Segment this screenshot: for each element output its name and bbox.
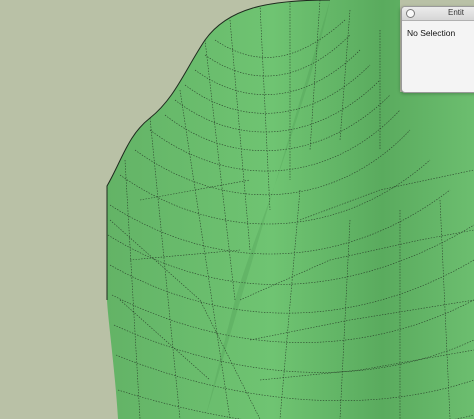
entity-info-panel: Entit No Selection — [401, 6, 474, 93]
close-icon[interactable] — [406, 9, 415, 18]
panel-title: Entit — [448, 8, 465, 17]
panel-body: No Selection — [402, 21, 474, 38]
panel-titlebar[interactable]: Entit — [402, 7, 474, 21]
selection-status: No Selection — [407, 28, 456, 38]
